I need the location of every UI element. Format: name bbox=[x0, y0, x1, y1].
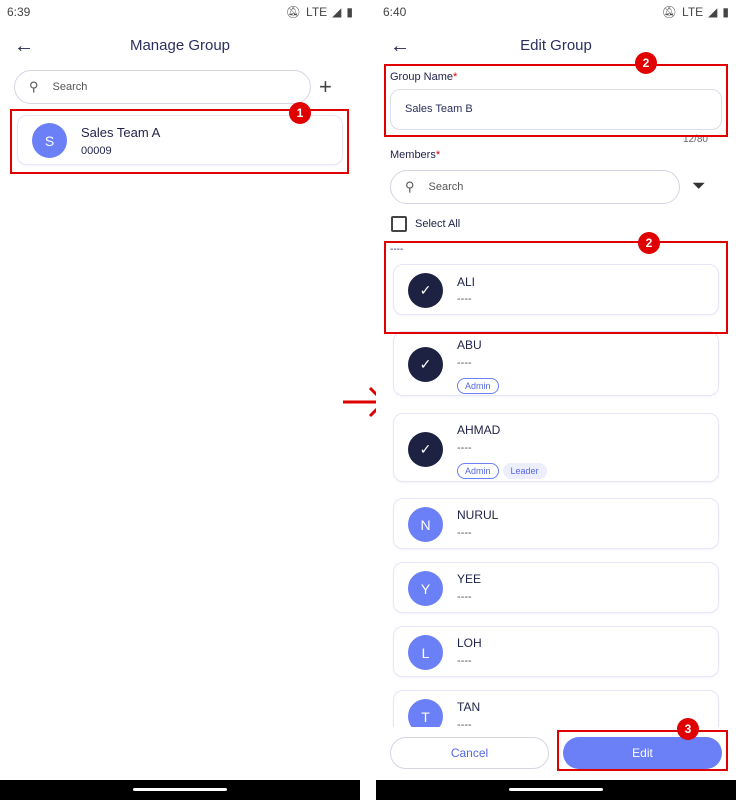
member-avatar: L bbox=[408, 635, 443, 670]
annotation-box bbox=[384, 241, 728, 334]
annotation-badge: 3 bbox=[677, 718, 699, 740]
check-icon: ✓ bbox=[408, 347, 443, 382]
member-tags: Admin Leader bbox=[457, 461, 551, 479]
search-placeholder: Search bbox=[52, 81, 88, 93]
member-card[interactable]: ✓ AHMAD ---- Admin Leader bbox=[393, 413, 719, 482]
annotation-badge: 2 bbox=[638, 232, 660, 254]
annotation-box bbox=[384, 64, 728, 137]
member-sub: ---- bbox=[457, 655, 472, 667]
battery-icon: ▮ bbox=[722, 5, 729, 19]
page-title: Edit Group bbox=[520, 37, 592, 54]
member-avatar: Y bbox=[408, 571, 443, 606]
page-title: Manage Group bbox=[129, 37, 231, 54]
search-icon: ⚲ bbox=[29, 79, 39, 94]
select-all-checkbox[interactable] bbox=[391, 216, 407, 232]
mute-icon: 🔕︎ bbox=[661, 5, 678, 19]
nav-bar bbox=[0, 780, 360, 800]
member-search-input[interactable]: ⚲ Search bbox=[390, 170, 680, 204]
status-time: 6:40 bbox=[383, 5, 407, 19]
add-group-button[interactable]: + bbox=[319, 74, 332, 100]
member-avatar: T bbox=[408, 699, 443, 727]
mute-icon: 🔕︎ bbox=[285, 5, 302, 19]
members-label: Members* bbox=[390, 149, 441, 161]
signal-icon: ◢ bbox=[332, 5, 342, 19]
member-sub: ---- bbox=[457, 527, 472, 539]
home-handle[interactable] bbox=[509, 788, 603, 791]
member-sub: ---- bbox=[457, 719, 472, 727]
leader-tag: Leader bbox=[502, 463, 547, 479]
member-sub: ---- bbox=[457, 357, 472, 369]
member-name: YEE bbox=[457, 572, 482, 586]
admin-tag: Admin bbox=[457, 378, 499, 394]
member-tags: Admin bbox=[457, 376, 503, 394]
manage-group-screen: 6:39 🔕︎ LTE ◢ ▮ ← Manage Group ⚲ Search + S… bbox=[0, 0, 360, 800]
member-name: AHMAD bbox=[457, 423, 501, 437]
network-label: LTE bbox=[306, 5, 328, 19]
status-bar: 6:40 🔕︎ LTE ◢ ▮ bbox=[383, 4, 729, 20]
search-placeholder: Search bbox=[428, 181, 464, 193]
member-name: NURUL bbox=[457, 508, 499, 522]
network-label: LTE bbox=[682, 5, 704, 19]
annotation-box bbox=[557, 730, 728, 771]
status-bar: 6:39 🔕︎ LTE ◢ ▮ bbox=[7, 4, 353, 20]
member-card[interactable]: Y YEE ---- bbox=[393, 562, 719, 613]
member-card[interactable]: N NURUL ---- bbox=[393, 498, 719, 549]
battery-icon: ▮ bbox=[346, 5, 353, 19]
search-input[interactable]: ⚲ Search bbox=[14, 70, 311, 104]
member-name: ABU bbox=[457, 338, 482, 352]
member-name: TAN bbox=[457, 700, 481, 714]
annotation-badge: 2 bbox=[635, 52, 657, 74]
status-time: 6:39 bbox=[7, 5, 31, 19]
member-card[interactable]: T TAN ---- bbox=[393, 690, 719, 727]
cancel-button[interactable]: Cancel bbox=[390, 737, 549, 769]
member-name: LOH bbox=[457, 636, 482, 650]
nav-bar bbox=[376, 780, 736, 800]
member-sub: ---- bbox=[457, 591, 472, 603]
filter-icon[interactable]: ⏷ bbox=[692, 176, 706, 196]
admin-tag: Admin bbox=[457, 463, 499, 479]
check-icon: ✓ bbox=[408, 432, 443, 467]
home-handle[interactable] bbox=[133, 788, 227, 791]
member-card[interactable]: ✓ ABU ---- Admin bbox=[393, 331, 719, 396]
member-card[interactable]: L LOH ---- bbox=[393, 626, 719, 677]
search-icon: ⚲ bbox=[405, 179, 415, 194]
select-all-label[interactable]: Select All bbox=[415, 218, 460, 230]
edit-group-screen: 6:40 🔕︎ LTE ◢ ▮ ← Edit Group Group Name* Sa… bbox=[376, 0, 736, 800]
member-avatar: N bbox=[408, 507, 443, 542]
member-sub: ---- bbox=[457, 442, 472, 454]
annotation-badge: 1 bbox=[289, 102, 311, 124]
signal-icon: ◢ bbox=[708, 5, 718, 19]
